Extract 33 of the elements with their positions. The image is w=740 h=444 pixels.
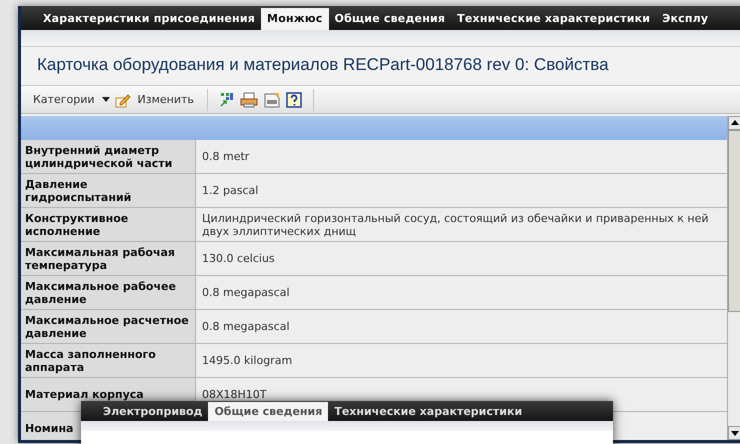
edit-button[interactable]: Изменить	[136, 93, 196, 106]
property-label: Максимальное расчетное давление	[21, 310, 196, 343]
scroll-thumb[interactable]	[728, 130, 740, 312]
value-cell: 1495.0 kilogram	[196, 344, 727, 377]
property-label: Масса заполненного аппарата	[21, 344, 196, 377]
printer-icon[interactable]	[240, 92, 258, 108]
pencil-icon[interactable]	[114, 92, 131, 108]
scrollbar[interactable]	[727, 116, 740, 440]
property-label: Конструктивное исполнение	[21, 208, 196, 241]
document-icon[interactable]	[262, 92, 281, 108]
tab[interactable]: Характеристики присоединения	[37, 8, 262, 30]
property-label: Максимальная рабочая температура	[21, 242, 196, 275]
grid-icon[interactable]	[218, 92, 235, 108]
caret-icon[interactable]	[102, 97, 110, 102]
tab[interactable]: Монжюс	[261, 8, 329, 30]
page-title: Карточка оборудования и материалов RECPart-0018768 rev 0: Свойства	[36, 54, 610, 76]
categories-menu[interactable]: Категории	[31, 93, 97, 106]
tab[interactable]: Общие сведения	[208, 402, 328, 421]
help-icon[interactable]	[286, 92, 302, 108]
tab[interactable]: Общие сведения	[328, 8, 452, 30]
value-cell: 1.2 pascal	[196, 174, 727, 207]
value-cell: 130.0 celcius	[196, 242, 727, 275]
value-cell: 0.8 megapascal	[196, 276, 727, 309]
value-cell: Цилиндрический горизонтальный сосуд, состоящий из обечайки и приваренных к ней двух эллиптических днищ	[196, 208, 727, 241]
property-label: Максимальное рабочее давление	[21, 276, 196, 309]
property-label: Внутренний диаметр цилиндрической части	[21, 140, 196, 173]
property-label: Давление гидроиспытаний	[21, 174, 196, 207]
scroll-down-icon[interactable]	[728, 426, 740, 440]
scroll-up-icon[interactable]	[728, 116, 740, 130]
tab[interactable]: Эксплу	[656, 8, 714, 30]
value-cell: 0.8 metr	[196, 140, 727, 173]
value-cell: 0.8 megapascal	[196, 310, 727, 343]
tab[interactable]: Технические характеристики	[451, 8, 656, 30]
